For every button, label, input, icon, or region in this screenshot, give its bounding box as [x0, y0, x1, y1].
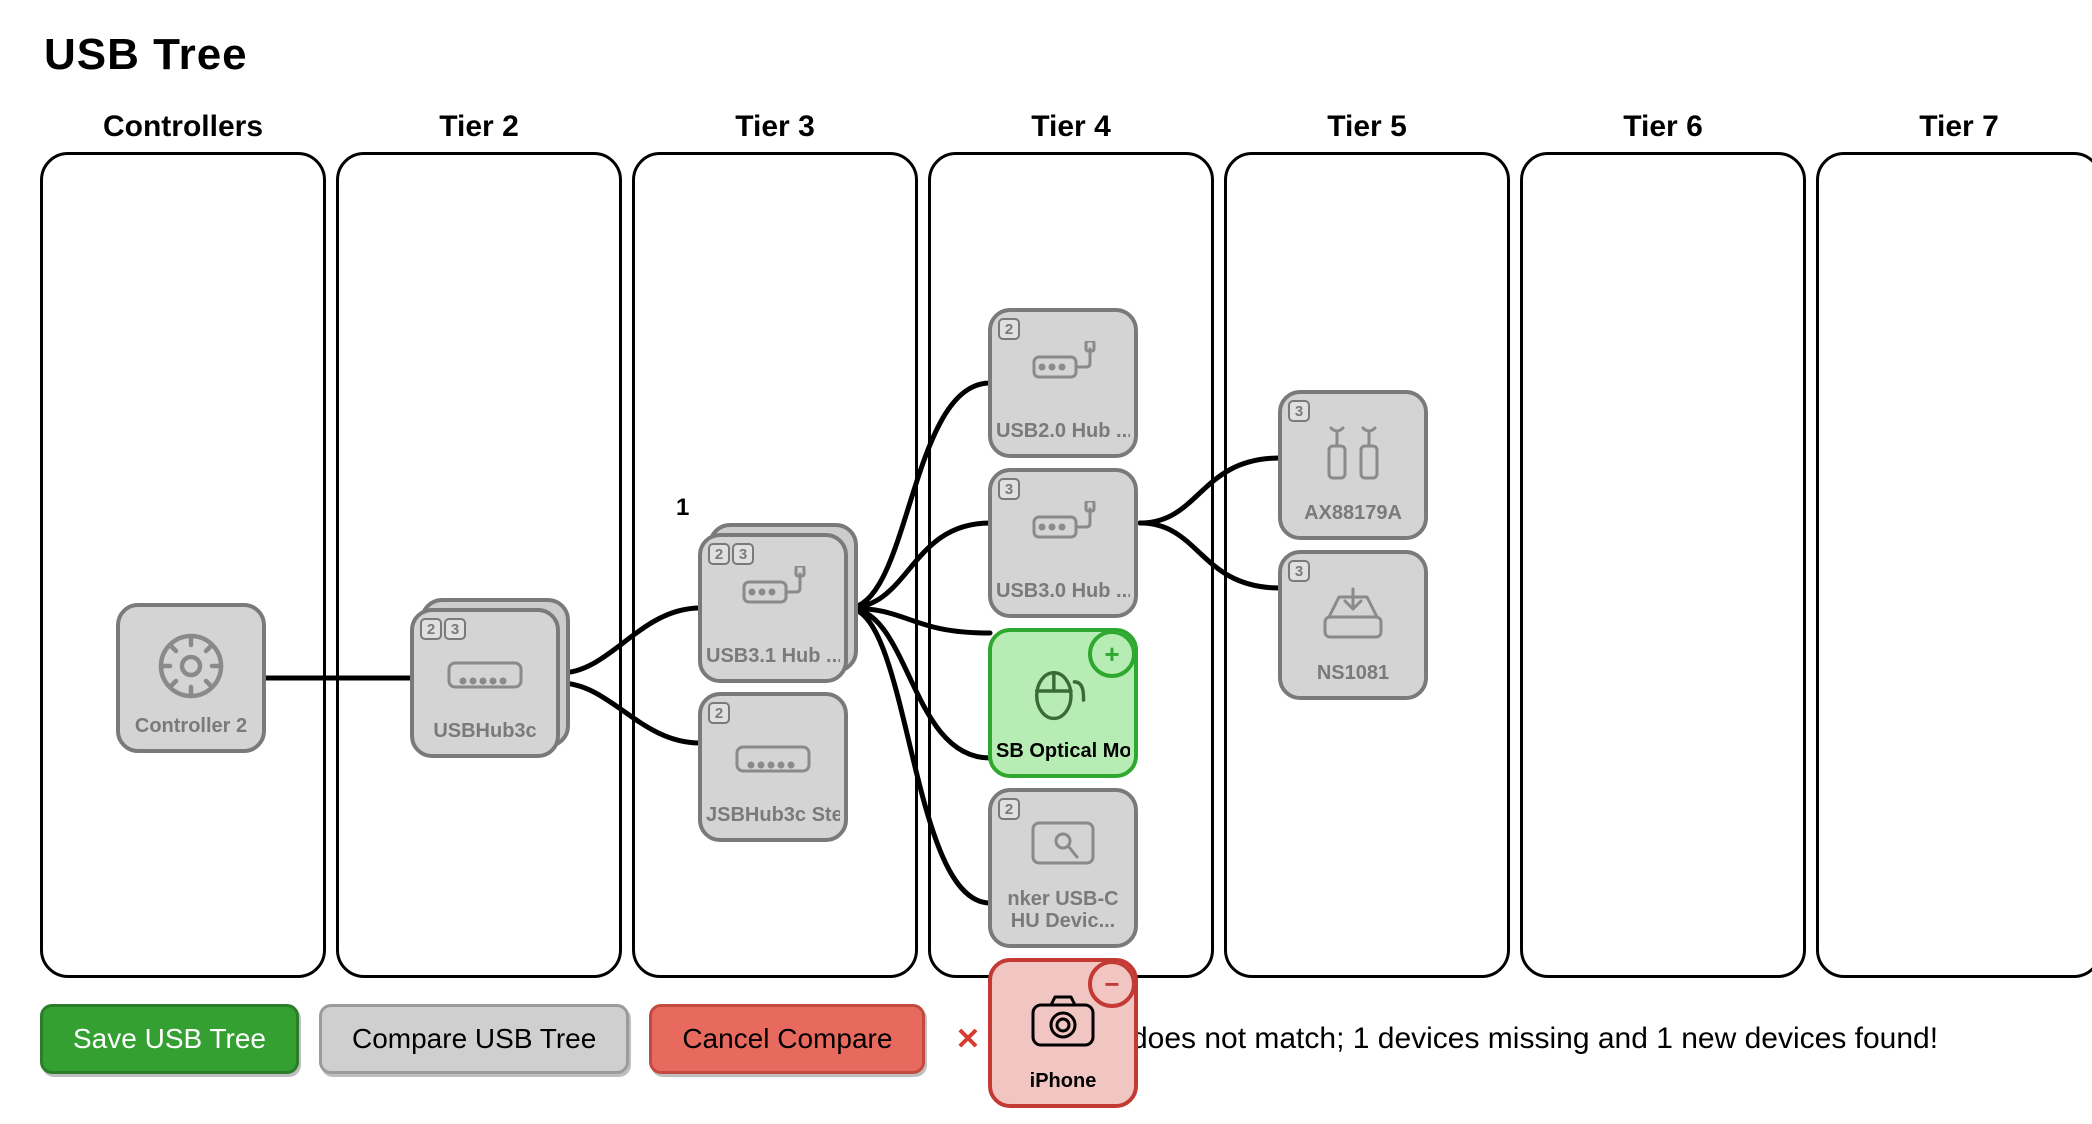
node-controller-2[interactable]: Controller 2: [116, 603, 266, 753]
port-badge: 3: [732, 543, 754, 565]
node-usb30hub[interactable]: 3 USB3.0 Hub ...: [988, 468, 1138, 618]
node-ax88179a[interactable]: 3 AX88179A: [1278, 390, 1428, 540]
node-label: JSBHub3c Stem: [706, 804, 840, 826]
x-icon: ✕: [955, 1022, 980, 1057]
touch-icon: [1027, 817, 1099, 873]
tier-box: [40, 152, 326, 978]
node-label: USB3.1 Hub ...: [706, 645, 840, 667]
port-badge: 2: [998, 798, 1020, 820]
tiers-grid: Controllers Tier 2 Tier 3 Tier 4 Tier 5 …: [40, 110, 2052, 978]
port-badge: 3: [998, 478, 1020, 500]
node-ankerhub[interactable]: 2 nker USB-C HU Devic...: [988, 788, 1138, 948]
node-usb31hub[interactable]: 23 USB3.1 Hub ...: [698, 533, 848, 683]
tier-box: [1520, 152, 1806, 978]
node-usbhub3cstem[interactable]: 2 JSBHub3c Stem: [698, 692, 848, 842]
tier-header: Tier 7: [1919, 110, 1999, 144]
cancel-button[interactable]: Cancel Compare: [649, 1004, 925, 1074]
tier-box: [336, 152, 622, 978]
port-badge: 3: [1288, 400, 1310, 422]
controller-icon: [155, 630, 227, 702]
node-label: nker USB-C HU Devic...: [996, 888, 1130, 932]
usbhub-icon: [738, 566, 808, 626]
hub-icon: [445, 649, 525, 693]
edge-label: 1: [676, 494, 689, 522]
usbhub-icon: [1028, 501, 1098, 561]
node-label: Controller 2: [135, 715, 247, 737]
node-mouse-added[interactable]: + SB Optical Mou:: [988, 628, 1138, 778]
tier-header: Controllers: [103, 110, 263, 144]
plus-icon: +: [1088, 630, 1136, 678]
tier-box: [1816, 152, 2092, 978]
drive-icon: [1317, 583, 1389, 643]
tier-header: Tier 3: [735, 110, 815, 144]
node-label: AX88179A: [1304, 502, 1402, 524]
node-usb20hub[interactable]: 2 USB2.0 Hub ...: [988, 308, 1138, 458]
node-label: USB2.0 Hub ...: [996, 420, 1130, 442]
port-badge: 2: [998, 318, 1020, 340]
save-button[interactable]: Save USB Tree: [40, 1004, 299, 1074]
node-iphone-removed[interactable]: − iPhone: [988, 958, 1138, 1108]
tier-header: Tier 4: [1031, 110, 1111, 144]
minus-icon: −: [1088, 960, 1136, 1008]
node-ns1081[interactable]: 3 NS1081: [1278, 550, 1428, 700]
camera-icon: [1027, 991, 1099, 1051]
port-badge: 2: [420, 618, 442, 640]
hub-icon: [733, 733, 813, 777]
node-usbhub3c[interactable]: 23 USBHub3c: [410, 608, 560, 758]
mouse-icon: [1027, 659, 1099, 723]
tier-header: Tier 6: [1623, 110, 1703, 144]
node-label: USBHub3c: [433, 720, 536, 742]
node-label: iPhone: [1030, 1070, 1097, 1092]
node-label: USB3.0 Hub ...: [996, 580, 1130, 602]
tier-header: Tier 2: [439, 110, 519, 144]
compare-button[interactable]: Compare USB Tree: [319, 1004, 629, 1074]
node-label: NS1081: [1317, 662, 1389, 684]
page-title: USB Tree: [44, 30, 2052, 80]
port-badge: 2: [708, 702, 730, 724]
port-badge: 3: [444, 618, 466, 640]
node-label: SB Optical Mou:: [996, 740, 1130, 762]
radio-icon: [1317, 422, 1389, 484]
usbhub-icon: [1028, 341, 1098, 401]
port-badge: 2: [708, 543, 730, 565]
port-badge: 3: [1288, 560, 1310, 582]
tier-header: Tier 5: [1327, 110, 1407, 144]
